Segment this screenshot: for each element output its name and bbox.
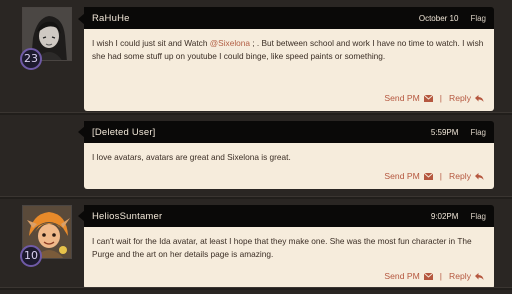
envelope-icon [423,95,433,102]
reply-arrow-icon [475,272,484,280]
send-pm-button[interactable]: Send PM [384,92,433,105]
thread-divider [0,112,512,115]
comment-actions: Send PM | Reply [384,92,484,105]
comment-thread: 23 RaHuHe October 10 Flag I wish I could… [0,0,512,294]
reply-button[interactable]: Reply [449,92,484,105]
flag-link[interactable]: Flag [470,212,486,221]
comment-header: HeliosSuntamer 9:02PM Flag [84,205,494,227]
send-pm-button[interactable]: Send PM [384,170,433,183]
reply-label: Reply [449,93,471,103]
timestamp: October 10 [418,13,459,23]
comment-text: I love avatars, avatars are great and Si… [92,152,291,162]
username-link[interactable]: HeliosSuntamer [92,211,431,222]
reply-button[interactable]: Reply [449,170,484,183]
timestamp: 5:59PM [430,127,459,137]
send-pm-label: Send PM [384,93,420,103]
envelope-icon [423,273,433,280]
thread-divider [0,196,512,199]
thread-divider [0,287,512,290]
mention-link[interactable]: @Sixelona [210,38,250,48]
separator: | [439,271,443,281]
reply-button[interactable]: Reply [449,270,484,283]
timestamp: 9:02PM [430,211,459,221]
comment-card: [Deleted User] 5:59PM Flag I love avatar… [84,121,494,189]
send-pm-button[interactable]: Send PM [384,270,433,283]
comment-header: RaHuHe October 10 Flag [84,7,494,29]
username-link[interactable]: RaHuHe [92,13,419,24]
level-badge: 23 [20,48,42,70]
comment-body: I wish I could just sit and Watch @Sixel… [84,29,494,111]
send-pm-label: Send PM [384,271,420,281]
reply-arrow-icon [475,172,484,180]
comment-actions: Send PM | Reply [384,270,484,283]
reply-arrow-icon [475,94,484,102]
separator: | [439,171,443,181]
comment-text-part: I wish I could just sit and Watch [92,38,210,48]
comment-text: I wish I could just sit and Watch @Sixel… [92,37,485,63]
comment-body: I can't wait for the Ida avatar, at leas… [84,227,494,289]
username-label: [Deleted User] [92,126,156,138]
comment-actions: Send PM | Reply [384,170,484,183]
comment-body: I love avatars, avatars are great and Si… [84,143,494,189]
comment-text: I can't wait for the Ida avatar, at leas… [92,236,472,259]
send-pm-label: Send PM [384,171,420,181]
flag-link[interactable]: Flag [470,14,486,23]
comment-card: RaHuHe October 10 Flag I wish I could ju… [84,7,494,111]
flag-link[interactable]: Flag [470,128,486,137]
separator: | [439,93,443,103]
comment-card: HeliosSuntamer 9:02PM Flag I can't wait … [84,205,494,289]
level-badge: 10 [20,245,42,267]
envelope-icon [423,173,433,180]
reply-label: Reply [449,271,471,281]
reply-label: Reply [449,171,471,181]
comment-header: [Deleted User] 5:59PM Flag [84,121,494,143]
